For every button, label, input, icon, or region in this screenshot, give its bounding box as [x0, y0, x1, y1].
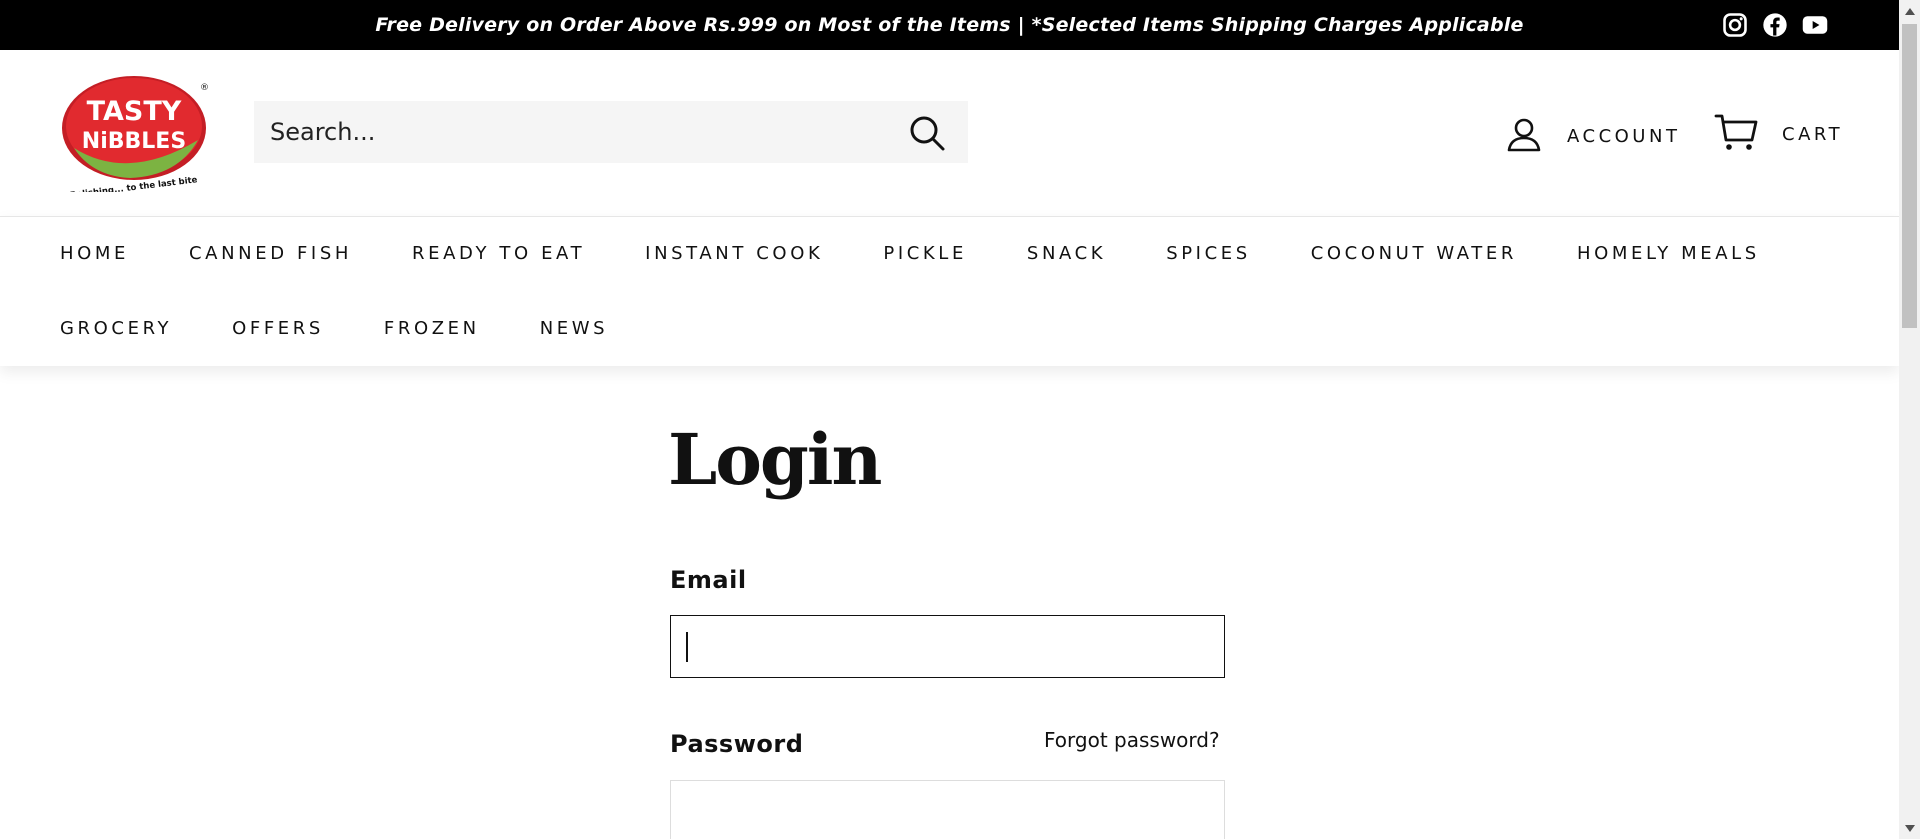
account-link[interactable]: ACCOUNT — [1505, 115, 1680, 157]
search-input[interactable] — [270, 101, 870, 163]
social-links — [1721, 11, 1829, 39]
nav-item-coconut-water[interactable]: COCONUT WATER — [1311, 243, 1517, 264]
nav-item-snack[interactable]: SNACK — [1027, 243, 1106, 264]
facebook-icon[interactable] — [1761, 11, 1789, 39]
nav-item-canned-fish[interactable]: CANNED FISH — [189, 243, 352, 264]
password-label: Password — [670, 730, 804, 758]
nav-item-home[interactable]: HOME — [60, 243, 129, 264]
svg-text:®: ® — [200, 83, 209, 93]
cart-link[interactable]: CART — [1714, 112, 1843, 156]
site-header: TASTY NiBBLES ® Relishing... to the last… — [0, 50, 1899, 216]
main-navigation: HOME CANNED FISH READY TO EAT INSTANT CO… — [0, 216, 1899, 366]
text-cursor — [686, 632, 688, 662]
nav-item-grocery[interactable]: GROCERY — [60, 318, 172, 339]
svg-text:NiBBLES: NiBBLES — [82, 129, 186, 154]
nav-item-offers[interactable]: OFFERS — [232, 318, 324, 339]
page-title: Login — [668, 418, 882, 501]
forgot-password-link[interactable]: Forgot password? — [1044, 728, 1220, 752]
announcement-bar: Free Delivery on Order Above Rs.999 on M… — [0, 0, 1899, 50]
page-scrollbar[interactable] — [1899, 0, 1920, 839]
search-icon[interactable] — [908, 114, 946, 152]
cart-icon — [1714, 112, 1758, 156]
nav-item-pickle[interactable]: PICKLE — [883, 243, 967, 264]
user-icon — [1505, 115, 1543, 157]
nav-item-news[interactable]: NEWS — [540, 318, 608, 339]
search-bar — [254, 101, 968, 163]
scrollbar-thumb[interactable] — [1902, 24, 1917, 328]
nav-item-spices[interactable]: SPICES — [1166, 243, 1251, 264]
svg-text:TASTY: TASTY — [87, 96, 182, 127]
youtube-icon[interactable] — [1801, 11, 1829, 39]
nav-item-instant-cook[interactable]: INSTANT COOK — [645, 243, 823, 264]
email-field[interactable] — [670, 615, 1225, 678]
tasty-nibbles-logo[interactable]: TASTY NiBBLES ® Relishing... to the last… — [58, 70, 210, 201]
announcement-text: Free Delivery on Order Above Rs.999 on M… — [375, 14, 1524, 36]
password-field[interactable] — [670, 780, 1225, 839]
cart-label: CART — [1782, 123, 1844, 145]
nav-row-2: GROCERY OFFERS FROZEN NEWS — [60, 318, 668, 339]
account-label: ACCOUNT — [1567, 125, 1681, 147]
email-label: Email — [670, 566, 747, 594]
nav-item-frozen[interactable]: FROZEN — [384, 318, 480, 339]
nav-row-1: HOME CANNED FISH READY TO EAT INSTANT CO… — [60, 243, 1820, 264]
scroll-up-arrow-icon[interactable] — [1899, 2, 1920, 20]
instagram-icon[interactable] — [1721, 11, 1749, 39]
nav-item-ready-to-eat[interactable]: READY TO EAT — [412, 243, 585, 264]
scroll-down-arrow-icon[interactable] — [1899, 819, 1920, 837]
nav-item-homely-meals[interactable]: HOMELY MEALS — [1577, 243, 1760, 264]
